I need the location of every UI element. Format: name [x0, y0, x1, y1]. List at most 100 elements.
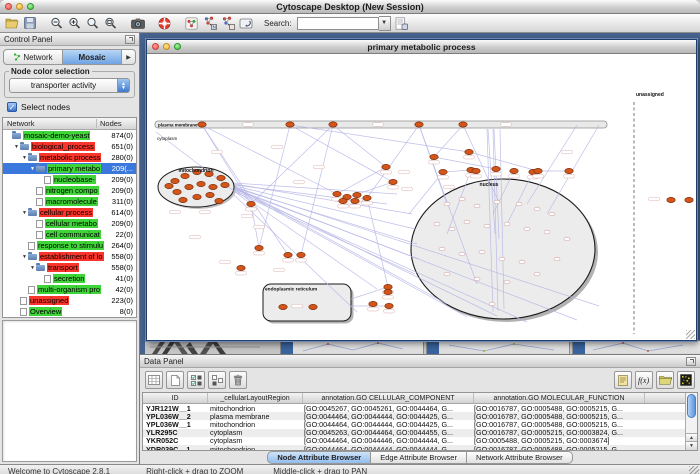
annotation-icon[interactable] [184, 16, 199, 31]
tree-row[interactable]: multi-organism pro42(0) [3, 284, 136, 295]
background-window-fragment[interactable] [280, 340, 424, 354]
attribute-table-header: ID _cellularLayoutRegion annotation.GO C… [143, 393, 685, 404]
tree-row-label: cellular process [39, 208, 93, 217]
window-resize-grip[interactable] [689, 466, 699, 474]
node-label-chip [388, 185, 399, 189]
table-row[interactable]: YDR039C__1mitochondrion[GO:0044464, GO:0… [143, 445, 685, 450]
view-zoom-button[interactable] [174, 43, 181, 50]
nuclear-gene-node [549, 212, 555, 216]
minimize-button[interactable] [16, 3, 23, 10]
node-label-chip [283, 258, 294, 262]
column-header-region[interactable]: _cellularLayoutRegion [208, 393, 303, 403]
tree-row[interactable]: nucleobase-209(0) [3, 174, 136, 185]
tree-row[interactable]: nitrogen compo209(0) [3, 185, 136, 196]
background-window-fragment[interactable] [426, 340, 570, 354]
application-window: Cytoscape Desktop (New Session) [0, 0, 700, 474]
tab-network-attribute-browser[interactable]: Network Attribute Browser [467, 451, 573, 464]
delete-attribute-icon[interactable] [229, 371, 247, 389]
zoom-selected-region-icon[interactable] [85, 16, 100, 31]
select-attributes-icon[interactable] [187, 371, 205, 389]
column-header-cellular-component[interactable]: annotation.GO CELLULAR_COMPONENT [303, 393, 474, 403]
gene-node [329, 122, 337, 127]
document-icon [20, 308, 27, 316]
expand-arrow-icon[interactable]: ▼ [21, 254, 28, 260]
tab-edge-attribute-browser[interactable]: Edge Attribute Browser [371, 451, 467, 464]
node-label-chip [509, 174, 520, 178]
unselect-attributes-icon[interactable] [208, 371, 226, 389]
snapshot-icon[interactable] [130, 16, 145, 31]
column-header-molecular-function[interactable]: annotation.GO MOLECULAR_FUNCTION [474, 393, 645, 403]
tree-row[interactable]: macromolecule311(0) [3, 196, 136, 207]
nuclear-gene-node [516, 202, 522, 206]
column-header-id[interactable]: ID [143, 393, 208, 403]
zoom-button[interactable] [27, 3, 34, 10]
scrollbar-thumb[interactable] [687, 394, 696, 418]
birds-eye-view[interactable] [2, 320, 137, 462]
help-ring-icon[interactable] [157, 16, 172, 31]
attribute-table-icon[interactable] [145, 371, 163, 389]
expand-arrow-icon[interactable]: ▼ [21, 155, 28, 161]
tree-row[interactable]: ▼cellular process614(0) [3, 207, 136, 218]
tree-column-nodes[interactable]: Nodes [97, 119, 136, 128]
tree-row[interactable]: ▼primary metabo209(... [3, 163, 136, 174]
view-close-button[interactable] [152, 43, 159, 50]
tab-node-attribute-browser[interactable]: Node Attribute Browser [267, 451, 371, 464]
save-session-icon[interactable] [22, 16, 37, 31]
background-window-fragment[interactable] [572, 340, 700, 354]
expand-arrow-icon[interactable]: ▼ [21, 210, 28, 216]
new-attribute-icon[interactable] [166, 371, 184, 389]
network-canvas[interactable]: plasma membranecytoplasmmitochondrionnuc… [147, 54, 696, 340]
gene-node [297, 252, 305, 257]
view-resize-grip[interactable] [686, 330, 695, 339]
tree-row[interactable]: unassigned223(0) [3, 295, 136, 306]
import-attributes-icon[interactable] [656, 371, 674, 389]
control-panel-float-icon[interactable] [125, 35, 135, 44]
combo-arrow-icon[interactable]: ▼ [379, 16, 391, 31]
tree-row[interactable]: secretion41(0) [3, 273, 136, 284]
layout-icon[interactable] [238, 16, 253, 31]
tree-row[interactable]: cell communicat22(0) [3, 229, 136, 240]
tab-mosaic[interactable]: Mosaic [63, 50, 122, 64]
attribute-editor-icon[interactable] [394, 16, 409, 31]
matrix-icon[interactable] [677, 371, 695, 389]
tree-row[interactable]: ▼establishment of lo558(0) [3, 251, 136, 262]
zoom-fit-icon[interactable] [103, 16, 118, 31]
tree-row-node-count: 223(0) [111, 296, 136, 305]
gene-node [382, 164, 390, 169]
expand-arrow-icon[interactable]: ▼ [29, 265, 36, 271]
gene-node [171, 178, 179, 183]
tree-row[interactable]: ▼biological_process651(0) [3, 141, 136, 152]
open-session-icon[interactable] [4, 16, 19, 31]
node-color-dropdown[interactable]: transporter activity ▲▼ [9, 78, 130, 93]
select-nodes-checkbox[interactable]: ✓ [7, 102, 17, 112]
select-first-neighbors-icon[interactable]: N [202, 16, 217, 31]
tree-row[interactable]: ▼metabolic process280(0) [3, 152, 136, 163]
network-view-titlebar[interactable]: primary metabolic process [147, 40, 696, 54]
more-tabs-button[interactable]: ▶ [122, 50, 135, 64]
nuclear-gene-node [444, 202, 450, 206]
edge [235, 186, 415, 229]
data-panel-float-icon[interactable] [686, 357, 696, 366]
expand-arrow-icon[interactable]: ▼ [13, 144, 20, 150]
tree-row[interactable]: cellular metabo209(0) [3, 218, 136, 229]
close-button[interactable] [5, 3, 12, 10]
tab-network[interactable]: Network [4, 50, 63, 64]
view-minimize-button[interactable] [163, 43, 170, 50]
tree-row[interactable]: response to stimulu264(0) [3, 240, 136, 251]
tree-row[interactable]: Overview8(0) [3, 306, 136, 317]
tree-row[interactable]: mosaic-demo-yeast874(0) [3, 130, 136, 141]
hide-selected-icon[interactable] [220, 16, 235, 31]
nuclear-gene-node [474, 204, 480, 208]
zoom-in-icon[interactable] [67, 16, 82, 31]
expand-arrow-icon[interactable]: ▼ [29, 166, 36, 172]
tree-column-network[interactable]: Network [3, 119, 97, 128]
svg-text:N: N [212, 25, 215, 30]
attribute-batch-icon[interactable] [614, 371, 632, 389]
scroll-down-icon[interactable]: ▼ [686, 441, 697, 450]
tree-row[interactable]: ▼transport558(0) [3, 262, 136, 273]
search-input[interactable] [297, 17, 379, 30]
nuclear-gene-node [479, 250, 485, 254]
table-scrollbar[interactable]: ▲ ▼ [685, 393, 697, 450]
function-builder-icon[interactable]: f(x) [635, 371, 653, 389]
zoom-out-icon[interactable] [49, 16, 64, 31]
